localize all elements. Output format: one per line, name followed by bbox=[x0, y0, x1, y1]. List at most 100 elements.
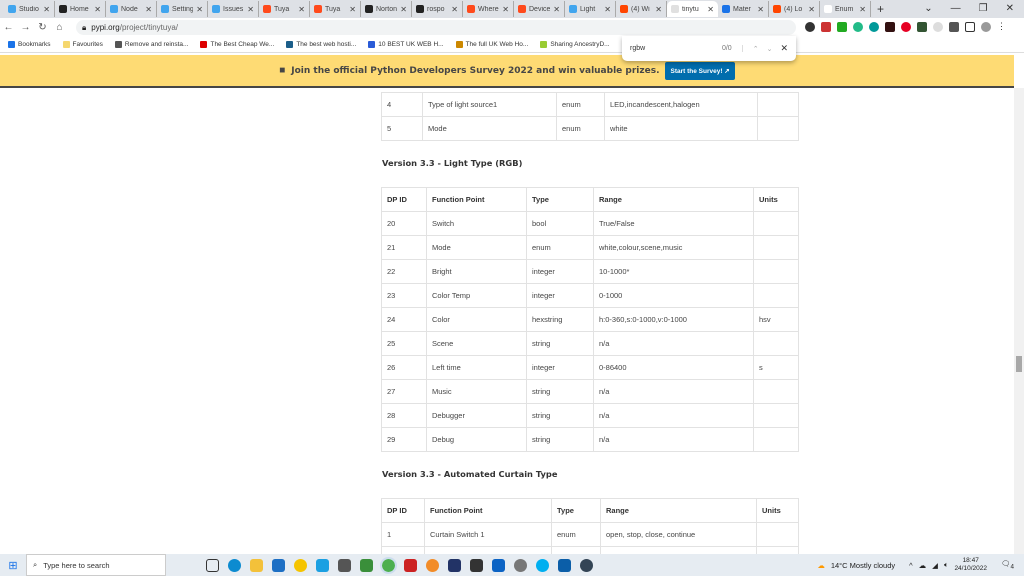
tab-close-icon[interactable]: ✕ bbox=[604, 5, 611, 14]
extension-icon[interactable] bbox=[933, 22, 943, 32]
restore-button[interactable]: ❐ bbox=[979, 0, 988, 18]
chrome-icon[interactable] bbox=[380, 556, 397, 574]
tab-close-icon[interactable]: ✕ bbox=[757, 5, 764, 14]
checkmark-extension-icon[interactable] bbox=[837, 22, 847, 32]
tab-search-icon[interactable]: ⌄ bbox=[924, 0, 932, 18]
volume-icon[interactable]: 🔈︎ bbox=[944, 560, 949, 570]
bookmark-item[interactable]: Bookmarks bbox=[8, 41, 51, 48]
back-button[interactable]: ← bbox=[0, 22, 17, 33]
bookmark-item[interactable]: Favourites bbox=[62, 41, 103, 48]
extension-icon[interactable] bbox=[885, 22, 895, 32]
tab--4-lo[interactable]: (4) Lo ✕ bbox=[769, 1, 820, 17]
tab-close-icon[interactable]: ✕ bbox=[808, 5, 815, 14]
tab-issues[interactable]: Issues ✕ bbox=[208, 1, 259, 17]
tab-studio[interactable]: Studio ✕ bbox=[4, 1, 55, 17]
wifi-icon[interactable]: ◢ bbox=[932, 561, 938, 570]
tray-chevron-icon[interactable]: ^ bbox=[909, 561, 913, 570]
app-icon[interactable] bbox=[470, 558, 483, 572]
tab-tinytu[interactable]: tinytu ✕ bbox=[667, 1, 718, 17]
app-icon[interactable] bbox=[360, 558, 373, 572]
avatar[interactable] bbox=[981, 22, 991, 32]
tab-mater[interactable]: Mater ✕ bbox=[718, 1, 769, 17]
tab-close-icon[interactable]: ✕ bbox=[655, 5, 662, 14]
app-icon[interactable] bbox=[426, 558, 439, 572]
tab-light[interactable]: Light ✕ bbox=[565, 1, 616, 17]
tab-close-icon[interactable]: ✕ bbox=[196, 5, 203, 14]
bookmark-item[interactable]: Sharing AncestryD... bbox=[540, 41, 610, 48]
url-input[interactable]: 🔒︎ pypi.org/project/tinytuya/ bbox=[76, 20, 796, 35]
windows-start-button[interactable]: ⊞ bbox=[0, 559, 26, 572]
extension-icon[interactable] bbox=[853, 22, 863, 32]
page-scrollbar[interactable] bbox=[1014, 88, 1024, 554]
tab-close-icon[interactable]: ✕ bbox=[94, 5, 101, 14]
reload-button[interactable]: ↻ bbox=[34, 22, 51, 33]
bookmark-item[interactable]: Remove and reinsta... bbox=[114, 41, 188, 48]
weather-text[interactable]: 14°C Mostly cloudy bbox=[831, 561, 895, 570]
taskbar-search[interactable]: ⌕ Type here to search bbox=[26, 554, 166, 576]
tab-close-icon[interactable]: ✕ bbox=[145, 5, 152, 14]
start-survey-button[interactable]: Start the Survey! ↗ bbox=[665, 61, 735, 80]
bookmark-item[interactable]: The Best Cheap We... bbox=[200, 41, 274, 48]
app-icon[interactable] bbox=[514, 558, 527, 572]
tab-home[interactable]: Home ✕ bbox=[55, 1, 106, 17]
app-icon[interactable] bbox=[404, 558, 417, 572]
tab-device[interactable]: Device ✕ bbox=[514, 1, 565, 17]
tab-tuya[interactable]: Tuya ✕ bbox=[310, 1, 361, 17]
tab-close-icon[interactable]: ✕ bbox=[349, 5, 356, 14]
extension-icon[interactable] bbox=[821, 22, 831, 32]
store-icon[interactable] bbox=[272, 558, 285, 572]
tab-close-icon[interactable]: ✕ bbox=[859, 5, 866, 14]
forward-button[interactable]: → bbox=[17, 22, 34, 33]
tab-node[interactable]: Node ✕ bbox=[106, 1, 157, 17]
find-next-button[interactable]: ⌄ bbox=[767, 45, 773, 53]
find-previous-button[interactable]: ⌃ bbox=[753, 45, 759, 53]
file-explorer-icon[interactable] bbox=[250, 558, 263, 572]
find-input[interactable]: rgbw bbox=[630, 45, 722, 52]
menu-icon[interactable]: ⋮ bbox=[997, 22, 1006, 32]
tab-where[interactable]: Where ✕ bbox=[463, 1, 514, 17]
tab-enum[interactable]: Enum ✕ bbox=[820, 1, 871, 17]
tab--4-wi[interactable]: (4) Wi ✕ bbox=[616, 1, 667, 17]
tab-close-icon[interactable]: ✕ bbox=[247, 5, 254, 14]
app-icon[interactable] bbox=[316, 558, 329, 572]
skype-icon[interactable] bbox=[536, 558, 549, 572]
bookmark-item[interactable]: 10 BEST UK WEB H... bbox=[368, 41, 444, 48]
side-panel-icon[interactable] bbox=[965, 22, 975, 32]
tab-settings[interactable]: Settings✕ bbox=[157, 1, 208, 17]
tab-close-icon[interactable]: ✕ bbox=[451, 5, 458, 14]
app-icon[interactable] bbox=[580, 558, 593, 572]
tab-close-icon[interactable]: ✕ bbox=[707, 5, 714, 14]
tab-close-icon[interactable]: ✕ bbox=[502, 5, 509, 14]
tab-tuya[interactable]: Tuya ✕ bbox=[259, 1, 310, 17]
app-icon[interactable] bbox=[338, 558, 351, 572]
puzzle-icon[interactable] bbox=[949, 22, 959, 32]
minimize-button[interactable]: — bbox=[951, 0, 961, 18]
extension-icon[interactable] bbox=[869, 22, 879, 32]
github-extension-icon[interactable] bbox=[805, 22, 815, 32]
tab-close-icon[interactable]: ✕ bbox=[553, 5, 560, 14]
tab-close-icon[interactable]: ✕ bbox=[298, 5, 305, 14]
mail-icon[interactable] bbox=[492, 558, 505, 572]
tab-norton[interactable]: Norton ✕ bbox=[361, 1, 412, 17]
bookmark-item[interactable]: The best web hosti... bbox=[286, 41, 356, 48]
edge-icon[interactable] bbox=[228, 558, 241, 572]
scrollbar-thumb[interactable] bbox=[1016, 356, 1022, 372]
table-cell: Scene bbox=[426, 331, 527, 356]
extension-icon[interactable] bbox=[917, 22, 927, 32]
find-close-button[interactable]: ✕ bbox=[780, 43, 788, 54]
app-icon[interactable] bbox=[558, 558, 571, 572]
close-button[interactable]: ✕ bbox=[1006, 0, 1014, 18]
notifications-icon[interactable]: 🗨︎4 bbox=[1001, 559, 1014, 571]
tab-close-icon[interactable]: ✕ bbox=[400, 5, 407, 14]
tab-close-icon[interactable]: ✕ bbox=[43, 5, 50, 14]
norton-icon[interactable] bbox=[294, 558, 307, 572]
new-tab-button[interactable]: + bbox=[877, 2, 884, 16]
tab-rospo[interactable]: rospo ✕ bbox=[412, 1, 463, 17]
bookmark-item[interactable]: The full UK Web Ho... bbox=[455, 41, 528, 48]
task-view-icon[interactable] bbox=[206, 558, 219, 572]
onedrive-icon[interactable]: ☁ bbox=[919, 561, 927, 570]
pinterest-icon[interactable] bbox=[901, 22, 911, 32]
clock[interactable]: 18:47 24/10/2022 bbox=[954, 557, 987, 573]
app-icon[interactable] bbox=[448, 558, 461, 572]
home-button[interactable]: ⌂ bbox=[51, 22, 68, 33]
